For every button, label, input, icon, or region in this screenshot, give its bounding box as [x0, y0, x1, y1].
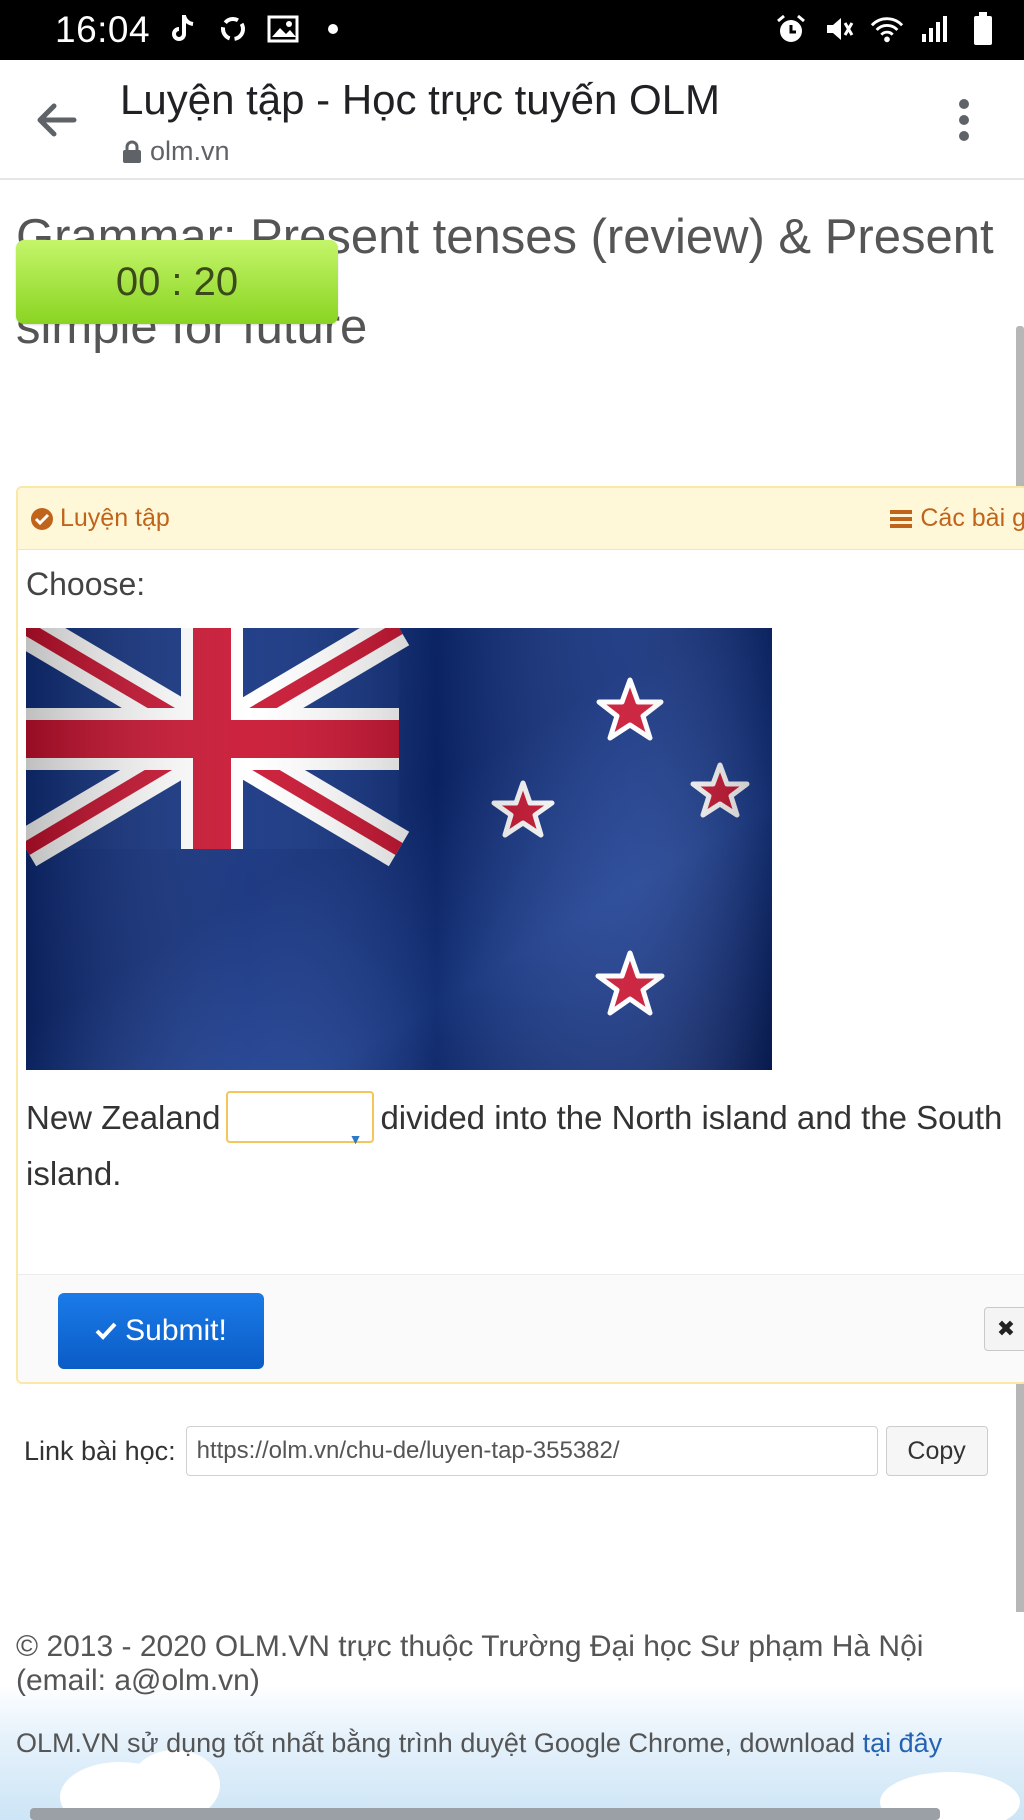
close-icon: ✖ [996, 1316, 1016, 1341]
overflow-menu-button[interactable] [944, 94, 984, 146]
lesson-link-input[interactable] [185, 1426, 878, 1476]
dot-icon [316, 12, 350, 46]
submit-button[interactable]: Submit! [58, 1293, 264, 1369]
practice-tab[interactable]: Luyện tập [30, 504, 170, 533]
lesson-list-label: Các bài g [920, 504, 1024, 532]
lesson-list-link[interactable]: Các bài g [890, 504, 1024, 533]
back-button[interactable] [30, 96, 82, 144]
tiktok-icon [166, 12, 200, 46]
status-left-icons [166, 12, 350, 46]
alarm-icon [774, 12, 808, 46]
practice-tab-label: Luyện tập [60, 504, 170, 532]
copy-button[interactable]: Copy [885, 1426, 988, 1476]
check-circle-icon [31, 507, 53, 530]
more-vert-icon [959, 99, 969, 141]
sentence-before: New Zealand [26, 1099, 221, 1136]
mute-icon [822, 12, 856, 46]
check-icon [95, 1322, 117, 1340]
back-arrow-icon [37, 103, 77, 137]
answer-dropdown[interactable]: ▼ [226, 1091, 375, 1147]
chrome-download-link[interactable]: tại đây [863, 1728, 943, 1758]
status-bar: 16:04 [0, 0, 1024, 60]
question-prompt: Choose: [26, 566, 146, 602]
lock-icon [123, 140, 141, 163]
chrome-note: OLM.VN sử dụng tốt nhất bằng trình duyệt… [16, 1728, 942, 1759]
copyright-text: © 2013 - 2020 OLM.VN trực thuộc Trường Đ… [16, 1630, 924, 1697]
caret-down-icon: ▼ [348, 1131, 363, 1148]
panel-footer: Submit! ✖ [18, 1274, 1024, 1382]
wifi-icon [870, 12, 904, 46]
url-row[interactable]: olm.vn [122, 136, 230, 167]
battery-icon [966, 12, 1000, 46]
new-zealand-flag-image [26, 628, 772, 1070]
status-time: 16:04 [55, 9, 151, 50]
site-footer: © 2013 - 2020 OLM.VN trực thuộc Trường Đ… [0, 1612, 1024, 1820]
lesson-link-row: Link bài học: Copy [24, 1426, 988, 1476]
list-icon [890, 509, 913, 528]
bottom-scroll-indicator [30, 1808, 940, 1820]
close-button[interactable]: ✖ [984, 1307, 1024, 1351]
submit-label: Submit! [125, 1314, 227, 1347]
sync-icon [216, 12, 250, 46]
timer-badge: 00 : 20 [16, 240, 338, 324]
lesson-link-label: Link bài học: [24, 1435, 176, 1466]
browser-page-title[interactable]: Luyện tập - Học trực tuyến OLM [120, 76, 720, 124]
browser-toolbar: Luyện tập - Học trực tuyến OLM olm.vn [0, 60, 1024, 180]
question-sentence: New Zealand ▼ divided into the North islan… [26, 1090, 1024, 1202]
status-right-icons [774, 12, 1000, 46]
signal-icon [918, 12, 952, 46]
url-text: olm.vn [150, 136, 230, 166]
practice-panel: Luyện tập Các bài g Choose: New Zealand … [16, 486, 1024, 1384]
chrome-note-text: OLM.VN sử dụng tốt nhất bằng trình duyệt… [16, 1728, 856, 1758]
panel-header: Luyện tập Các bài g [18, 488, 1024, 550]
image-icon [266, 12, 300, 46]
